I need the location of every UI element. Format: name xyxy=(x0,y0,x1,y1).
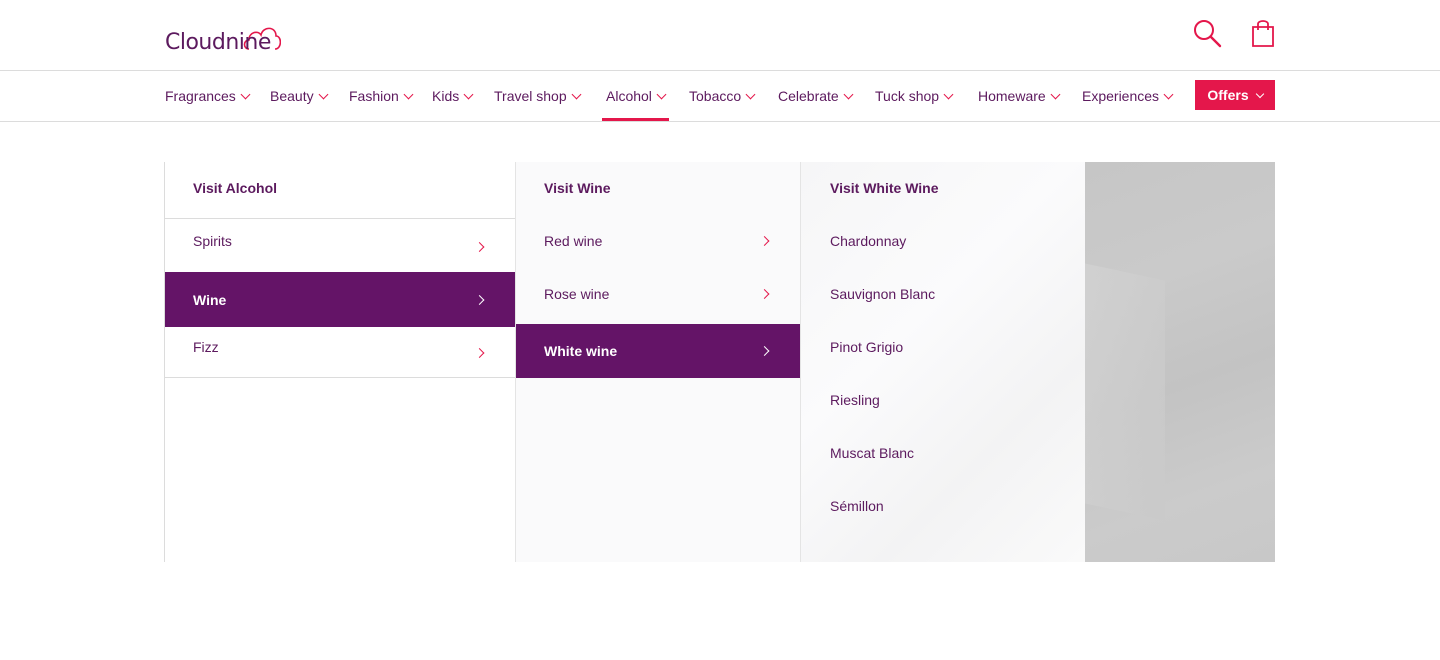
chevron-down-icon xyxy=(318,89,329,99)
chevron-down-icon xyxy=(745,89,756,99)
menu-item-label: Rose wine xyxy=(544,285,610,302)
alcohol-mega-menu: Visit Alcohol Spirits Wine Fizz Visit Wi… xyxy=(164,162,1275,562)
menu-item-muscat-blanc[interactable]: Muscat Blanc xyxy=(801,426,1085,479)
nav-label: Kids xyxy=(432,88,460,104)
menu-item-wine[interactable]: Wine xyxy=(165,272,515,327)
nav-item-experiences[interactable]: Experiences xyxy=(1082,71,1174,121)
chevron-down-icon xyxy=(463,89,474,99)
chevron-right-icon xyxy=(474,294,485,305)
nav-label: Fashion xyxy=(349,88,399,104)
shopping-bag-icon[interactable] xyxy=(1248,18,1280,50)
menu-item-label: Riesling xyxy=(830,391,880,408)
image-highlight xyxy=(1085,263,1165,521)
site-header: Cloudnine xyxy=(0,0,1440,71)
menu-column-wine: Visit Wine Red wine Rose wine White wine xyxy=(515,162,800,562)
nav-label: Celebrate xyxy=(778,88,839,104)
menu-item-label: Muscat Blanc xyxy=(830,444,915,461)
visit-alcohol-link[interactable]: Visit Alcohol xyxy=(193,180,277,196)
cloudnine-logo[interactable]: Cloudnine xyxy=(165,22,281,55)
nav-label: Beauty xyxy=(270,88,314,104)
nav-label: Alcohol xyxy=(606,88,652,104)
menu-column-white-wine: Visit White Wine Chardonnay Sauvignon Bl… xyxy=(800,162,1085,562)
menu-item-label: Sémillon xyxy=(830,497,884,514)
menu-item-label: Wine xyxy=(193,291,227,308)
nav-label: Tobacco xyxy=(689,88,742,104)
chevron-right-icon xyxy=(474,348,485,358)
menu-item-label: Sauvignon Blanc xyxy=(830,285,936,302)
nav-item-alcohol[interactable]: Alcohol xyxy=(602,71,669,121)
nav-item-kids[interactable]: Kids xyxy=(432,71,474,121)
nav-item-travel-shop[interactable]: Travel shop xyxy=(494,71,582,121)
chevron-right-icon xyxy=(759,235,770,246)
chevron-down-icon xyxy=(403,89,414,99)
visit-white-wine-link[interactable]: Visit White Wine xyxy=(830,180,939,196)
nav-label: Homeware xyxy=(978,88,1046,104)
nav-item-celebrate[interactable]: Celebrate xyxy=(778,71,854,121)
nav-item-fashion[interactable]: Fashion xyxy=(349,71,414,121)
menu-item-label: Chardonnay xyxy=(830,232,907,249)
chevron-right-icon xyxy=(474,242,485,252)
chevron-down-icon xyxy=(656,89,667,99)
menu-item-sauvignon-blanc[interactable]: Sauvignon Blanc xyxy=(801,267,1085,320)
chevron-down-icon xyxy=(571,89,582,99)
nav-label: Tuck shop xyxy=(875,88,940,104)
menu-item-riesling[interactable]: Riesling xyxy=(801,373,1085,426)
menu-item-fizz[interactable]: Fizz xyxy=(165,327,515,378)
menu-item-rose-wine[interactable]: Rose wine xyxy=(516,267,800,320)
nav-item-tobacco[interactable]: Tobacco xyxy=(689,71,756,121)
nav-item-beauty[interactable]: Beauty xyxy=(270,71,329,121)
nav-item-tuck-shop[interactable]: Tuck shop xyxy=(875,71,954,121)
menu-item-white-wine[interactable]: White wine xyxy=(516,324,800,378)
chevron-down-icon xyxy=(943,89,954,99)
menu-item-label: Red wine xyxy=(544,232,603,249)
nav-label: Fragrances xyxy=(165,88,236,104)
menu-item-label: Fizz xyxy=(193,339,219,355)
menu-column-alcohol: Visit Alcohol Spirits Wine Fizz xyxy=(164,162,515,562)
chevron-right-icon xyxy=(759,346,770,356)
menu-item-label: Pinot Grigio xyxy=(830,338,904,355)
chevron-down-icon xyxy=(843,89,854,99)
menu-item-semillon[interactable]: Sémillon xyxy=(801,479,1085,532)
chevron-down-icon xyxy=(1163,89,1174,99)
offers-button[interactable]: Offers xyxy=(1195,80,1275,110)
logo-text: Cloudnine xyxy=(165,30,271,55)
menu-item-label: White wine xyxy=(544,343,618,359)
chevron-down-icon xyxy=(1050,89,1061,99)
menu-item-label: Spirits xyxy=(193,233,232,249)
main-navigation: Fragrances Beauty Fashion Kids Travel sh… xyxy=(0,71,1440,122)
chevron-down-icon xyxy=(240,89,251,99)
nav-label: Travel shop xyxy=(494,88,567,104)
offers-label: Offers xyxy=(1207,87,1249,103)
search-icon[interactable] xyxy=(1192,18,1224,50)
menu-item-pinot-grigio[interactable]: Pinot Grigio xyxy=(801,320,1085,373)
visit-wine-link[interactable]: Visit Wine xyxy=(544,180,611,196)
menu-item-chardonnay[interactable]: Chardonnay xyxy=(801,214,1085,267)
nav-item-fragrances[interactable]: Fragrances xyxy=(165,71,251,121)
chevron-right-icon xyxy=(759,288,770,299)
promo-image[interactable] xyxy=(1085,162,1275,562)
nav-label: Experiences xyxy=(1082,88,1160,104)
chevron-down-icon xyxy=(1255,89,1264,98)
nav-item-homeware[interactable]: Homeware xyxy=(978,71,1061,121)
menu-item-red-wine[interactable]: Red wine xyxy=(516,214,800,267)
menu-item-spirits[interactable]: Spirits xyxy=(165,219,515,272)
